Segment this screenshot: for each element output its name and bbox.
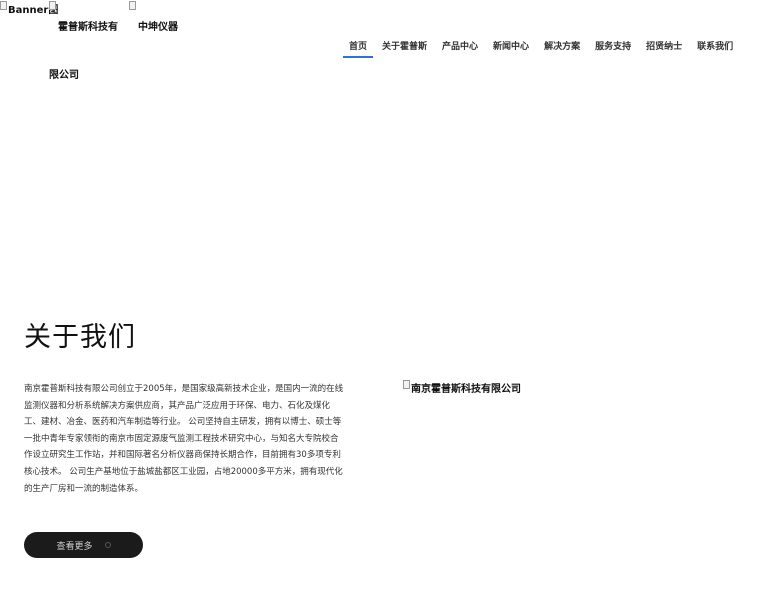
nav-item-solutions[interactable]: 解决方案 (538, 42, 586, 58)
broken-image-icon (129, 1, 136, 10)
about-description: 南京霍普斯科技有限公司创立于2005年，是国家级高新技术企业，是国内一流的在线监… (24, 384, 344, 494)
view-more-label: 查看更多 (56, 541, 93, 552)
nav-item-about[interactable]: 关于霍普斯 (376, 42, 433, 58)
broken-image-icon (49, 1, 56, 10)
nav-item-support[interactable]: 服务支持 (589, 42, 637, 58)
company-name-line2[interactable]: 限公司 (49, 66, 79, 81)
broken-image-icon (0, 1, 7, 10)
section-title: 关于我们 (24, 322, 136, 353)
nav-item-products[interactable]: 产品中心 (436, 42, 484, 58)
nav-item-news[interactable]: 新闻中心 (487, 42, 535, 58)
circle-arrow-icon (104, 542, 111, 548)
main-nav: 首页 关于霍普斯 产品中心 新闻中心 解决方案 服务支持 招贤纳士 联系我们 (343, 42, 742, 58)
company-name-line1[interactable]: 霍普斯科技有 (58, 18, 118, 33)
logo-image[interactable] (49, 1, 57, 10)
photo-alt-text: 南京霍普斯科技有限公司 (411, 384, 521, 395)
company-photo: 南京霍普斯科技有限公司 (403, 380, 521, 395)
brand-name[interactable]: 中坤仪器 (138, 18, 178, 33)
nav-item-home[interactable]: 首页 (343, 42, 374, 58)
view-more-button[interactable]: 查看更多 (24, 532, 143, 558)
nav-item-contact[interactable]: 联系我们 (691, 42, 739, 58)
broken-image-icon (403, 380, 410, 389)
nav-item-careers[interactable]: 招贤纳士 (640, 42, 688, 58)
brand-logo-image[interactable] (129, 1, 137, 10)
